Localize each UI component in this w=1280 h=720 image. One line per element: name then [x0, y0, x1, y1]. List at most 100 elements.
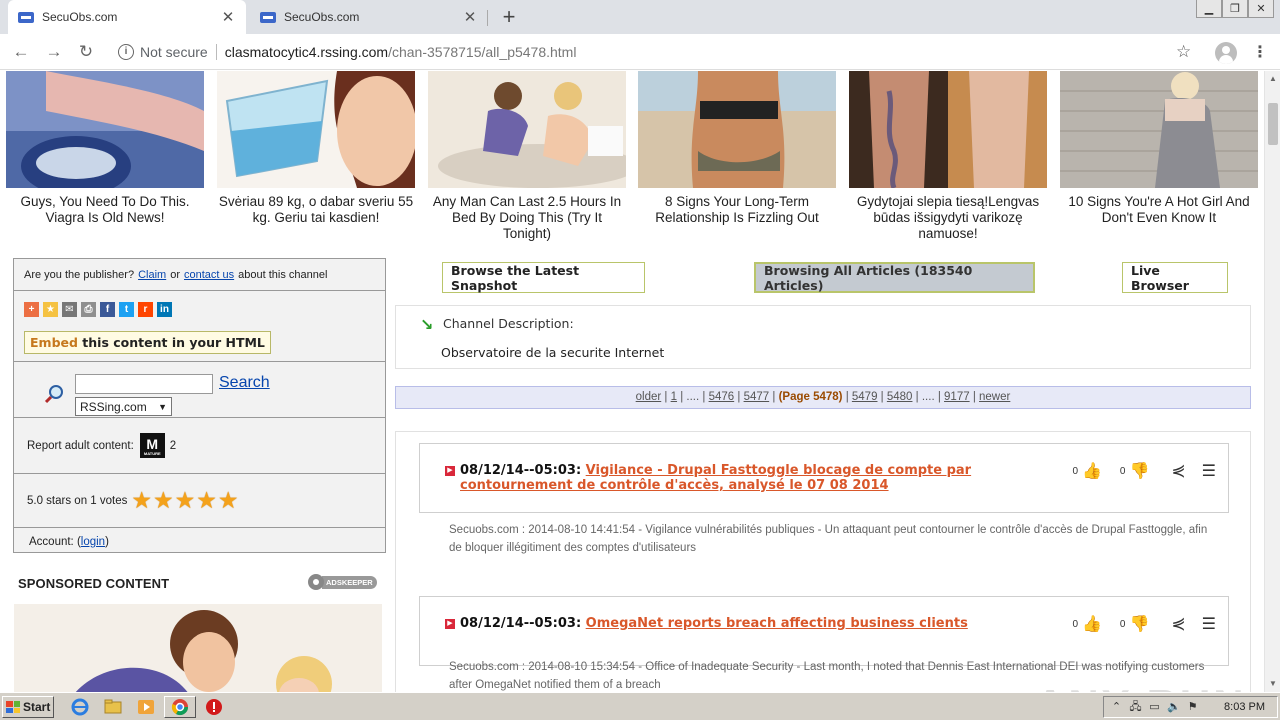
restore-button[interactable]: ❐: [1222, 0, 1248, 18]
ad-caption[interactable]: Guys, You Need To Do This. Viagra Is Old…: [6, 194, 204, 226]
search-input[interactable]: [75, 374, 213, 394]
ad-image[interactable]: [217, 71, 415, 188]
addthis-plus-icon[interactable]: +: [24, 301, 39, 317]
scroll-down-arrow-icon[interactable]: ▼: [1265, 676, 1280, 692]
reddit-icon[interactable]: r: [138, 301, 153, 317]
reload-button[interactable]: ↻: [75, 41, 97, 63]
sponsored-image[interactable]: [14, 604, 382, 692]
hamburger-menu-icon[interactable]: ☰: [1202, 461, 1216, 481]
scroll-thumb[interactable]: [1268, 103, 1278, 145]
ad-tile[interactable]: Guys, You Need To Do This. Viagra Is Old…: [6, 71, 204, 226]
network-icon[interactable]: 🖧: [1129, 701, 1142, 714]
browse-latest-snapshot-button[interactable]: Browse the Latest Snapshot: [442, 262, 645, 293]
rating-star-icon[interactable]: ★: [153, 489, 174, 512]
tab-close-icon[interactable]: ✕: [462, 8, 478, 26]
articles-list: ▶ 08/12/14--05:03: Vigilance - Drupal Fa…: [395, 431, 1251, 692]
thumbs-up-icon[interactable]: 👍: [1082, 461, 1102, 481]
pager-page-link[interactable]: 5476: [709, 391, 735, 403]
rating-star-icon[interactable]: ★: [196, 489, 217, 512]
twitter-icon[interactable]: t: [119, 301, 134, 317]
tray-expand-icon[interactable]: ⌃: [1110, 701, 1123, 714]
share-icon[interactable]: ⋞: [1171, 461, 1185, 481]
ad-tile[interactable]: 8 Signs Your Long-Term Relationship Is F…: [638, 71, 836, 226]
search-button[interactable]: Search: [219, 374, 270, 392]
facebook-icon[interactable]: f: [100, 301, 115, 317]
back-button[interactable]: ←: [10, 41, 32, 63]
search-scope-select[interactable]: RSSing.com ▼: [75, 397, 172, 416]
ad-image[interactable]: [6, 71, 204, 188]
info-icon[interactable]: i: [118, 44, 134, 60]
pager-page-link[interactable]: 5479: [852, 391, 878, 403]
login-link[interactable]: login: [81, 536, 105, 548]
magnifier-icon: [44, 385, 63, 404]
rating-star-icon[interactable]: ★: [218, 489, 239, 512]
start-button[interactable]: Start: [2, 696, 54, 718]
ad-image[interactable]: [1060, 71, 1258, 188]
tab-secuobs[interactable]: SecuObs.com ✕: [250, 0, 488, 34]
stop-icon[interactable]: [205, 698, 223, 716]
browser-menu-icon[interactable]: ⋮: [1252, 42, 1268, 62]
taskbar-clock[interactable]: 8:03 PM: [1224, 701, 1265, 713]
forward-button[interactable]: →: [43, 41, 65, 63]
ad-tile[interactable]: Any Man Can Last 2.5 Hours In Bed By Doi…: [428, 71, 626, 242]
ad-tile[interactable]: 10 Signs You're A Hot Girl And Don't Eve…: [1060, 71, 1258, 226]
mature-rating-icon[interactable]: M MATURE: [139, 433, 165, 458]
pager-page-link[interactable]: 9177: [944, 391, 970, 403]
search-scope-value: RSSing.com: [80, 399, 147, 414]
pager-page-link[interactable]: 5477: [744, 391, 770, 403]
adskeeper-logo[interactable]: ADSKEEPER: [308, 574, 377, 590]
tab-close-icon[interactable]: ✕: [220, 8, 236, 26]
ad-caption[interactable]: Any Man Can Last 2.5 Hours In Bed By Doi…: [428, 194, 626, 242]
like-count: 0: [1072, 465, 1078, 477]
rating-star-icon[interactable]: ★: [175, 489, 196, 512]
favorite-star-icon[interactable]: ★: [43, 301, 58, 317]
ad-image[interactable]: [428, 71, 626, 188]
pager-page-link[interactable]: 1: [671, 391, 677, 403]
ad-caption[interactable]: 8 Signs Your Long-Term Relationship Is F…: [638, 194, 836, 226]
email-icon[interactable]: ✉: [62, 301, 77, 317]
live-browser-button[interactable]: Live Browser: [1122, 262, 1228, 293]
minimize-button[interactable]: ▁: [1196, 0, 1222, 18]
hamburger-menu-icon[interactable]: ☰: [1202, 614, 1216, 634]
browse-all-articles-button[interactable]: Browsing All Articles (183540 Articles): [754, 262, 1035, 293]
page-scrollbar[interactable]: ▲ ▼: [1264, 71, 1280, 692]
flag-icon[interactable]: ⚑: [1186, 701, 1199, 714]
green-arrow-icon: ↘: [420, 317, 434, 334]
volume-icon[interactable]: 🔈: [1167, 701, 1181, 714]
ad-image[interactable]: [638, 71, 836, 188]
ad-tile[interactable]: Gydytojai slepia tiesą!Lengvas būdas išs…: [849, 71, 1047, 242]
new-tab-button[interactable]: +: [498, 4, 520, 30]
internet-explorer-icon[interactable]: [71, 698, 89, 716]
pager-newer-link[interactable]: newer: [979, 391, 1010, 403]
print-icon[interactable]: ⎙: [81, 301, 96, 317]
rating-star-icon[interactable]: ★: [131, 489, 152, 512]
scroll-up-arrow-icon[interactable]: ▲: [1265, 71, 1280, 87]
claim-link[interactable]: Claim: [138, 269, 166, 281]
ad-image[interactable]: [849, 71, 1047, 188]
ad-caption[interactable]: 10 Signs You're A Hot Girl And Don't Eve…: [1060, 194, 1258, 226]
embed-button[interactable]: Embed this content in your HTML: [24, 331, 271, 354]
close-window-button[interactable]: ✕: [1248, 0, 1274, 18]
chrome-taskbar-button[interactable]: [164, 696, 196, 718]
thumbs-down-icon[interactable]: 👎: [1129, 614, 1149, 634]
bookmark-star-icon[interactable]: ☆: [1176, 42, 1191, 62]
profile-avatar-icon[interactable]: [1215, 42, 1237, 64]
pager-older-link[interactable]: older: [636, 391, 662, 403]
media-player-icon[interactable]: [137, 698, 155, 716]
share-icon[interactable]: ⋞: [1171, 614, 1185, 634]
tab-secuobs-active[interactable]: SecuObs.com ✕: [8, 0, 246, 34]
display-icon[interactable]: ▭: [1148, 701, 1161, 714]
pager-page-link[interactable]: 5480: [887, 391, 913, 403]
url-host: clasmatocytic4.rssing.com: [224, 44, 389, 60]
contact-us-link[interactable]: contact us: [184, 269, 234, 281]
folder-icon[interactable]: [104, 698, 122, 716]
ad-caption[interactable]: Gydytojai slepia tiesą!Lengvas būdas išs…: [849, 194, 1047, 242]
linkedin-icon[interactable]: in: [157, 301, 172, 317]
article-link[interactable]: OmegaNet reports breach affecting busine…: [586, 616, 968, 631]
thumbs-down-icon[interactable]: 👎: [1129, 461, 1149, 481]
article-bullet-icon: ▶: [445, 619, 455, 629]
thumbs-up-icon[interactable]: 👍: [1082, 614, 1102, 634]
address-bar[interactable]: i Not secure clasmatocytic4.rssing.com /…: [108, 38, 1208, 66]
ad-tile[interactable]: Svėriau 89 kg, o dabar sveriu 55 kg. Ger…: [217, 71, 415, 226]
ad-caption[interactable]: Svėriau 89 kg, o dabar sveriu 55 kg. Ger…: [217, 194, 415, 226]
